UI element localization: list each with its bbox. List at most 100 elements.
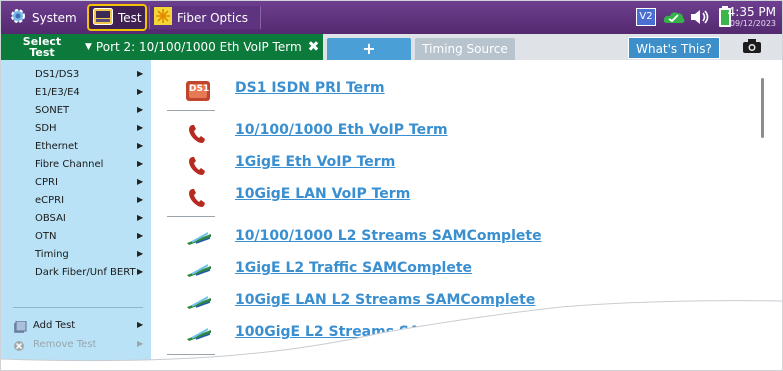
chevron-right-icon: ▶: [137, 87, 144, 96]
streams-icon: [186, 325, 211, 345]
menu-divider: [13, 307, 143, 308]
add-test-button[interactable]: Add Test ▶: [1, 319, 151, 335]
test-item-l2-streams-samcomplete[interactable]: 10/100/1000 L2 Streams SAMComplete: [151, 224, 751, 254]
menu-item-sdh[interactable]: SDH ▶: [1, 122, 151, 138]
clock-date: 09/12/2023: [729, 19, 776, 28]
tab-bar: Select Test ▼ Port 2: 10/100/1000 Eth Vo…: [1, 34, 782, 60]
streams-icon: [186, 293, 211, 313]
chevron-right-icon: ▶: [137, 320, 144, 329]
test-item-1gige-voip-term[interactable]: 1GigE Eth VoIP Term: [151, 150, 751, 180]
test-category-menu: DS1/DS3 ▶ E1/E3/E4 ▶ SONET ▶ SDH ▶ Ethernet ▶…: [1, 60, 151, 370]
test-item-label[interactable]: 1GigE Eth VoIP Term: [235, 154, 395, 170]
menu-item-obsai[interactable]: OBSAI ▶: [1, 212, 151, 228]
add-test-label: Add Test: [33, 320, 76, 331]
menu-item-label: Timing: [35, 249, 69, 260]
add-tab-button[interactable]: +: [327, 38, 411, 60]
test-item-100gige-l2-streams-samcomplete[interactable]: 100GigE L2 Streams SAMComplete: [151, 320, 751, 350]
chevron-right-icon: ▶: [137, 141, 144, 150]
test-label: Test: [118, 10, 142, 25]
menu-item-ethernet[interactable]: Ethernet ▶: [1, 140, 151, 156]
clock: 4:35 PM 09/12/2023: [728, 6, 776, 30]
menu-item-dark-fiber[interactable]: Dark Fiber/Unf BERT ▶: [1, 266, 151, 282]
remove-test-button[interactable]: Remove Test ▶: [1, 338, 151, 354]
chevron-right-icon: ▶: [137, 123, 144, 132]
test-item-label[interactable]: 10GigE LAN L2 Streams SAMComplete: [235, 292, 535, 308]
menu-item-timing[interactable]: Timing ▶: [1, 248, 151, 264]
remove-test-icon: [13, 340, 25, 355]
menu-item-label: SONET: [35, 105, 70, 116]
menu-item-label: OBSAI: [35, 213, 66, 224]
chevron-right-icon: ▶: [137, 105, 144, 114]
close-icon[interactable]: ✖: [308, 39, 320, 55]
test-item-label[interactable]: DS1 ISDN PRI Term: [235, 80, 385, 96]
screenshot-button[interactable]: [723, 37, 780, 59]
chevron-right-icon: ▶: [137, 177, 144, 186]
test-item-label[interactable]: 10GigE LAN VoIP Term: [235, 186, 410, 202]
test-button[interactable]: Test: [87, 4, 147, 31]
fiber-icon: [154, 7, 172, 28]
menu-item-e1-e3-e4[interactable]: E1/E3/E4 ▶: [1, 86, 151, 102]
group-divider: [167, 110, 215, 111]
test-item-10gige-voip-term[interactable]: 10GigE LAN VoIP Term: [151, 182, 751, 212]
menu-item-label: Dark Fiber/Unf BERT: [35, 267, 136, 278]
menu-item-label: CPRI: [35, 177, 58, 188]
chevron-down-icon[interactable]: ▼: [85, 42, 92, 52]
streams-icon: [186, 261, 211, 281]
test-item-label[interactable]: 10/100/1000 L2 Streams SAMComplete: [235, 228, 542, 244]
menu-item-otn[interactable]: OTN ▶: [1, 230, 151, 246]
test-item-10gige-l2-streams-samcomplete[interactable]: 10GigE LAN L2 Streams SAMComplete: [151, 288, 751, 318]
whats-this-button[interactable]: What's This?: [628, 37, 720, 59]
menu-item-label: Fibre Channel: [35, 159, 104, 170]
cloud-status-icon[interactable]: [662, 9, 686, 29]
chevron-right-icon: ▶: [137, 69, 144, 78]
ds1-icon-text: DS1: [189, 84, 210, 94]
active-tab-label: Port 2: 10/100/1000 Eth VoIP Term: [95, 40, 302, 54]
menu-item-ecpri[interactable]: eCPRI ▶: [1, 194, 151, 210]
test-item-label[interactable]: 10/100/1000 Eth VoIP Term: [235, 122, 448, 138]
ds1-icon: DS1: [186, 81, 210, 101]
streams-icon: [186, 229, 211, 249]
menu-item-ds1-ds3[interactable]: DS1/DS3 ▶: [1, 68, 151, 84]
tab-timing-source[interactable]: Timing Source: [415, 38, 515, 60]
scrollbar[interactable]: [761, 78, 764, 138]
select-test-button[interactable]: Select Test: [1, 34, 83, 60]
phone-icon: [186, 123, 210, 143]
speaker-icon[interactable]: [690, 9, 710, 29]
menu-item-label: DS1/DS3: [35, 69, 80, 80]
menu-item-label: E1/E3/E4: [35, 87, 80, 98]
camera-icon: [742, 38, 762, 58]
test-item-label[interactable]: 1GigE L2 Traffic SAMComplete: [235, 260, 472, 276]
chevron-right-icon: ▶: [137, 339, 144, 348]
group-divider: [167, 354, 215, 355]
menu-item-label: OTN: [35, 231, 57, 242]
v2-badge[interactable]: V2: [636, 8, 656, 26]
menu-item-label: SDH: [35, 123, 57, 134]
test-item-1gige-l2-traffic-samcomplete[interactable]: 1GigE L2 Traffic SAMComplete: [151, 256, 751, 286]
test-menu-screen: System Test Fiber Optics V2 4:35 PM 09/1…: [0, 0, 783, 371]
test-list: DS1 DS1 ISDN PRI Term 10/100/1000 Eth Vo…: [151, 60, 782, 370]
chevron-right-icon: ▶: [137, 249, 144, 258]
clock-time: 4:35 PM: [727, 5, 776, 19]
menu-item-cpri[interactable]: CPRI ▶: [1, 176, 151, 192]
test-item-label[interactable]: 100GigE L2 Streams SAMComplete: [235, 324, 509, 340]
chevron-right-icon: ▶: [137, 231, 144, 240]
fiber-optics-button[interactable]: Fiber Optics: [149, 6, 261, 29]
test-item-eth-voip-term[interactable]: 10/100/1000 Eth VoIP Term: [151, 118, 751, 148]
chevron-right-icon: ▶: [137, 159, 144, 168]
top-bar: System Test Fiber Optics V2 4:35 PM 09/1…: [1, 1, 782, 34]
select-test-line2: Test: [29, 46, 55, 59]
chevron-right-icon: ▶: [137, 195, 144, 204]
phone-icon: [186, 155, 210, 175]
menu-item-fibre-channel[interactable]: Fibre Channel ▶: [1, 158, 151, 174]
test-item-ds1-isdn-pri-term[interactable]: DS1 DS1 ISDN PRI Term: [151, 76, 751, 106]
fiber-optics-label: Fiber Optics: [177, 10, 249, 25]
status-area: V2 4:35 PM 09/12/2023: [602, 1, 782, 34]
system-label: System: [32, 10, 77, 25]
menu-item-label: eCPRI: [35, 195, 65, 206]
group-divider: [167, 216, 215, 217]
menu-item-sonet[interactable]: SONET ▶: [1, 104, 151, 120]
chevron-right-icon: ▶: [137, 267, 144, 276]
chevron-right-icon: ▶: [137, 213, 144, 222]
system-button[interactable]: System: [5, 6, 87, 29]
tab-port2-voip[interactable]: ▼ Port 2: 10/100/1000 Eth VoIP Term ✖: [83, 34, 323, 60]
